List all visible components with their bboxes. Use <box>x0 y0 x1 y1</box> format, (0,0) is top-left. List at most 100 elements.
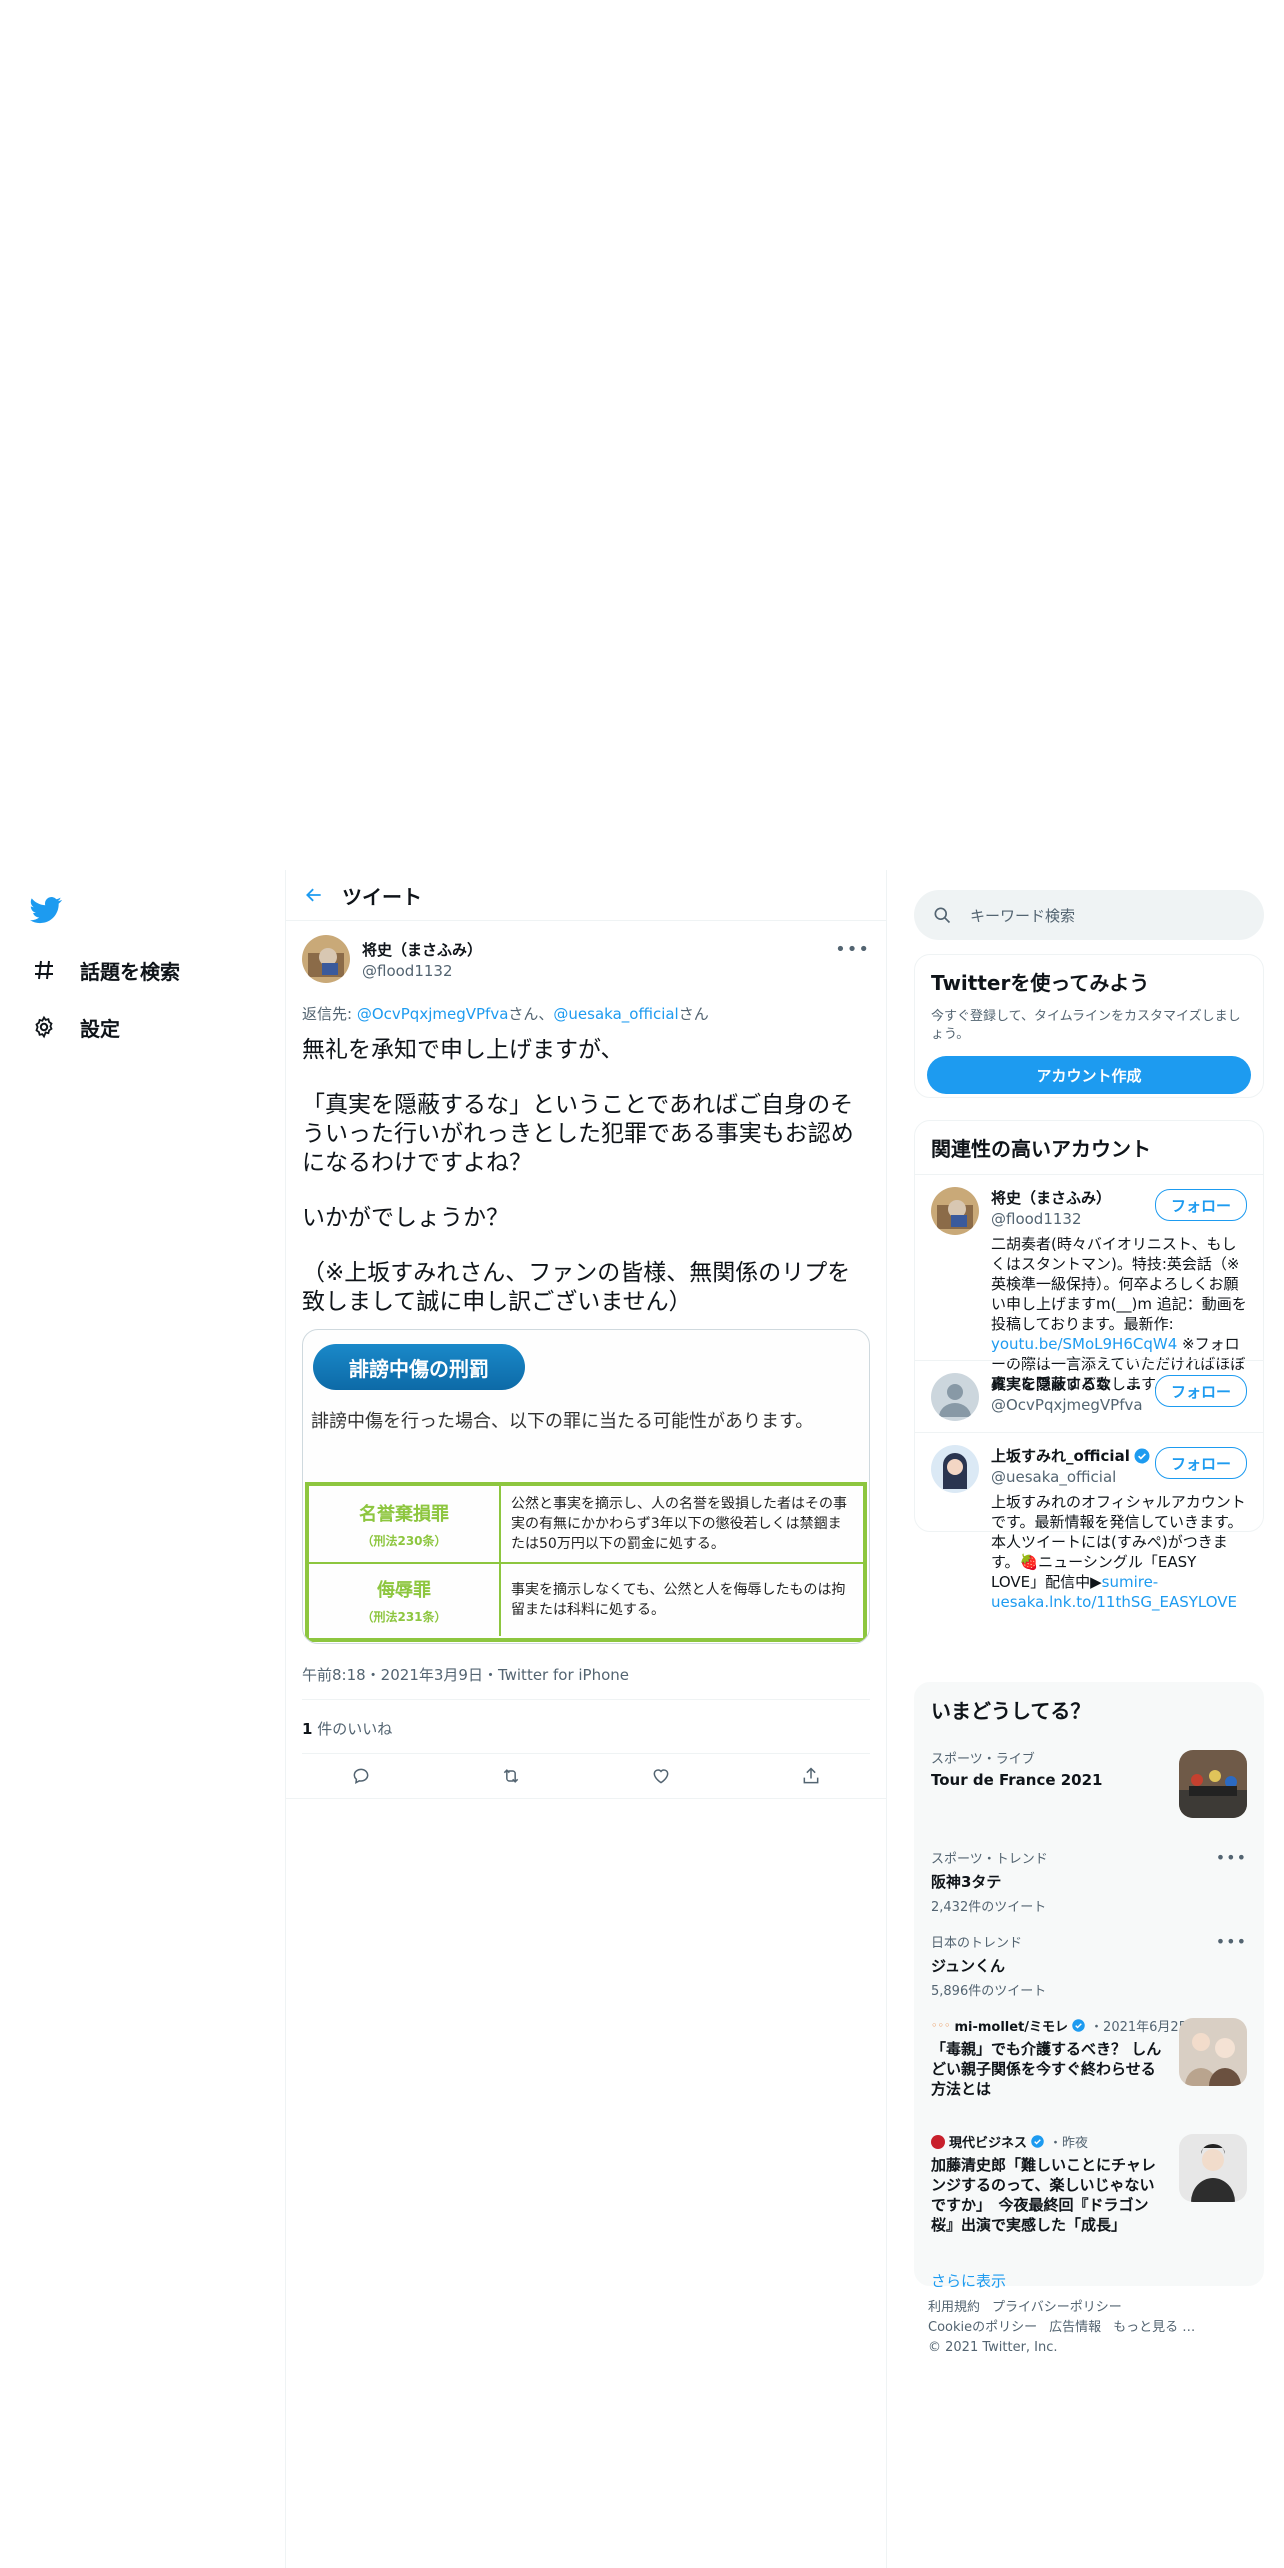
gendai-logo-icon <box>931 2134 945 2149</box>
twitter-logo-icon[interactable] <box>30 894 62 926</box>
crime-name: 名誉棄損罪 <box>359 1503 449 1525</box>
search-input[interactable]: キーワード検索 <box>914 890 1264 940</box>
tweet-line: いかがでしょうか？ <box>302 1205 509 1231</box>
main-header: ツイート <box>286 870 886 921</box>
tweet-actions <box>286 1754 886 1799</box>
tweet-line: 「真実を隠蔽するな」ということであればご自身のそういった行いがれっきとした犯罪で… <box>302 1092 854 1176</box>
reply-user-link[interactable]: @OcvPqxjmegVPfva <box>357 1005 509 1023</box>
trend-thumbnail <box>1179 1750 1247 1818</box>
footer: 利用規約 プライバシーポリシー Cookieのポリシー 広告情報 もっと見る … © … <box>928 2298 1258 2358</box>
trends-card: いまどうしてる？ スポーツ・ライブ Tour de France 2021 スポ… <box>914 1682 1264 2290</box>
trend-name: ジュンくん <box>931 1957 1005 1975</box>
trend-count: 2,432件のツイート <box>931 1900 1047 1915</box>
retweet-icon[interactable] <box>491 1756 531 1796</box>
bio-link[interactable]: youtu.be/SMoL9H6CqW4 <box>991 1335 1177 1353</box>
crime-row: 侮辱罪 （刑法231条） 事実を摘示しなくても、公然と人を侮辱したものは拘留また… <box>309 1562 863 1636</box>
related-account[interactable]: 将史（まさふみ） @flood1132 二胡奏者(時々バイオリニスト、もしくはス… <box>915 1174 1263 1393</box>
account-name: 将史（まさふみ） <box>991 1189 1112 1207</box>
reply-user-link[interactable]: @uesaka_official <box>553 1005 678 1023</box>
related-account[interactable]: 上坂すみれ_official @uesaka_official 上坂すみれのオフ… <box>915 1432 1263 1611</box>
search-icon <box>934 907 951 924</box>
account-handle: @flood1132 <box>991 1210 1082 1228</box>
image-description: 誹謗中傷を行った場合、以下の罪に当たる可能性があります。 <box>311 1411 814 1432</box>
crime-law: （刑法231条） <box>361 1609 447 1624</box>
back-arrow-icon[interactable] <box>286 870 342 920</box>
like-label: 件のいいね <box>312 1720 393 1738</box>
follow-button[interactable]: フォロー <box>1155 1189 1247 1221</box>
verified-badge-icon <box>1134 1448 1150 1463</box>
tweet-image[interactable]: 誹謗中傷の刑罰 誹謗中傷を行った場合、以下の罪に当たる可能性があります。 名誉棄… <box>302 1329 870 1644</box>
tweet: 将史（まさふみ） @flood1132 ••• 返信先: @OcvPqxjmeg… <box>286 921 886 1799</box>
footer-more[interactable]: もっと見る … <box>1113 2320 1195 2335</box>
trend-item[interactable]: スポーツ・ライブ Tour de France 2021 <box>915 1736 1263 1836</box>
reply-icon[interactable] <box>341 1756 381 1796</box>
tweet-author[interactable]: 将史（まさふみ） @flood1132 <box>302 933 870 985</box>
crime-name: 侮辱罪 <box>377 1579 431 1601</box>
news-thumbnail <box>1179 2018 1247 2086</box>
mimollet-logo-icon: ◦◦◦ <box>931 2019 951 2032</box>
nav-explore-label: 話題を検索 <box>80 959 180 984</box>
crime-table: 名誉棄損罪 （刑法230条） 公然と事実を摘示し、人の名誉を毀損した者はその事実… <box>305 1482 867 1642</box>
news-source: 現代ビジネス <box>949 2136 1028 2151</box>
verified-badge-icon <box>1031 2135 1044 2148</box>
trend-item[interactable]: 日本のトレンド ジュンくん 5,896件のツイート ••• <box>915 1920 1263 2004</box>
tweet-line: 無礼を承知で申し上げますが、 <box>302 1037 624 1063</box>
like-icon[interactable] <box>641 1756 681 1796</box>
tweet-line: （※上坂すみれさん、ファンの皆様、無関係のリプを致しまして誠に申し訳ございません… <box>302 1260 851 1315</box>
news-item[interactable]: 現代ビジネス ・昨夜 加藤清史郎「難しいことにチャレンジするのって、楽しいじゃな… <box>915 2120 1263 2256</box>
create-account-button[interactable]: アカウント作成 <box>927 1056 1251 1094</box>
like-number: 1 <box>302 1720 313 1738</box>
reply-to: 返信先: @OcvPqxjmegVPfvaさん、@uesaka_official… <box>302 1003 870 1024</box>
follow-button[interactable]: フォロー <box>1155 1447 1247 1479</box>
nav-settings-label: 設定 <box>80 1016 120 1041</box>
tweet-text: 無礼を承知で申し上げますが、 「真実を隠蔽するな」ということであればご自身のそう… <box>302 1036 870 1317</box>
account-name: 真実を隠蔽するな … <box>991 1375 1142 1393</box>
avatar[interactable] <box>931 1445 979 1493</box>
reply-suffix: さん <box>678 1005 709 1023</box>
page-title: ツイート <box>342 884 422 909</box>
main-column: ツイート 将史（まさふみ） @flood1132 ••• 返信先: @OcvPq… <box>285 870 887 2568</box>
share-icon[interactable] <box>791 1756 831 1796</box>
trend-count: 5,896件のツイート <box>931 1984 1047 1999</box>
signup-card: Twitterを使ってみよう 今すぐ登録して、タイムラインをカスタマイズしましょ… <box>914 954 1264 1098</box>
footer-cookie[interactable]: Cookieのポリシー <box>928 2320 1037 2335</box>
more-options-icon[interactable]: ••• <box>835 939 870 960</box>
account-handle: @OcvPqxjmegVPfva <box>991 1396 1143 1414</box>
trend-item[interactable]: スポーツ・トレンド 阪神3タテ 2,432件のツイート ••• <box>915 1836 1263 1920</box>
news-time: ・昨夜 <box>1049 2136 1089 2151</box>
footer-ads[interactable]: 広告情報 <box>1049 2320 1101 2335</box>
avatar[interactable] <box>931 1187 979 1235</box>
trend-context: 日本のトレンド <box>931 1936 1023 1951</box>
signup-title: Twitterを使ってみよう <box>931 971 1150 995</box>
reply-prefix: 返信先: <box>302 1005 357 1023</box>
tweet-display-name: 将史（まさふみ） <box>362 940 483 959</box>
news-item[interactable]: ◦◦◦ mi-mollet/ミモレ ・2021年6月25日 「毒親」でも介護する… <box>915 2004 1263 2120</box>
footer-terms[interactable]: 利用規約 <box>928 2300 980 2315</box>
gear-icon <box>30 1013 58 1041</box>
nav-explore[interactable]: 話題を検索 <box>30 950 180 990</box>
tweet-handle: @flood1132 <box>362 961 453 980</box>
like-count[interactable]: 1 件のいいね <box>302 1700 870 1754</box>
nav-settings[interactable]: 設定 <box>30 1007 120 1047</box>
hashtag-icon <box>30 956 58 984</box>
crime-row: 名誉棄損罪 （刑法230条） 公然と事実を摘示し、人の名誉を毀損した者はその事実… <box>309 1486 863 1562</box>
trend-name: 阪神3タテ <box>931 1873 1002 1891</box>
search-placeholder: キーワード検索 <box>970 906 1076 925</box>
more-options-icon[interactable]: ••• <box>1216 1932 1247 1951</box>
avatar[interactable] <box>931 1373 979 1421</box>
follow-button[interactable]: フォロー <box>1155 1375 1247 1407</box>
reply-suffix: さん、 <box>508 1005 554 1023</box>
app-root: 話題を検索 設定 ツイート 将史（まさふみ） @flood1132 ••• 返信… <box>0 870 1284 2568</box>
related-account[interactable]: 真実を隠蔽するな … @OcvPqxjmegVPfva フォロー <box>915 1360 1263 1432</box>
footer-copyright: © 2021 Twitter, Inc. <box>928 2340 1058 2355</box>
trend-context: スポーツ・トレンド <box>931 1852 1048 1867</box>
account-bio: 上坂すみれのオフィシャルアカウントです。最新情報を発信していきます。本人ツイート… <box>991 1493 1246 1611</box>
avatar[interactable] <box>302 935 350 983</box>
more-options-icon[interactable]: ••• <box>1216 1848 1247 1867</box>
left-nav: 話題を検索 設定 <box>0 870 285 2568</box>
crime-text: 事実を摘示しなくても、公然と人を侮辱したものは拘留または科料に処する。 <box>511 1582 846 1618</box>
related-title: 関連性の高いアカウント <box>931 1137 1151 1161</box>
tweet-timestamp[interactable]: 午前8:18・2021年3月9日・Twitter for iPhone <box>302 1664 870 1700</box>
account-handle: @uesaka_official <box>991 1468 1117 1486</box>
footer-privacy[interactable]: プライバシーポリシー <box>992 2300 1122 2315</box>
